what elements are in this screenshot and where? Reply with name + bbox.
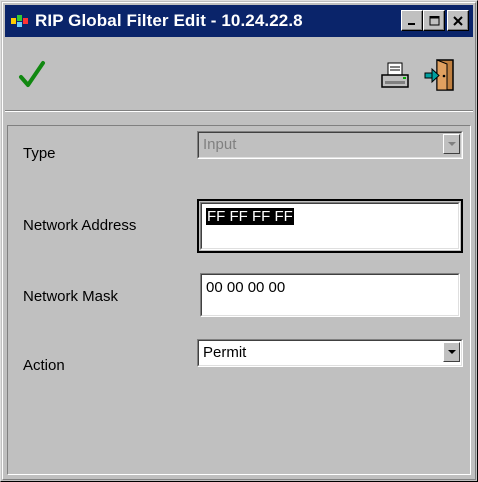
action-label: Action [23, 357, 65, 374]
print-button[interactable] [379, 61, 413, 91]
title-bar[interactable]: RIP Global Filter Edit - 10.24.22.8 [5, 5, 473, 37]
action-dropdown[interactable]: Permit [197, 339, 463, 367]
network-mask-label: Network Mask [23, 288, 119, 305]
dialog-window: RIP Global Filter Edit - 10.24.22.8 Type… [0, 0, 478, 482]
close-button[interactable] [447, 10, 469, 31]
maximize-button[interactable] [423, 10, 445, 31]
type-dropdown[interactable]: Input [197, 131, 463, 159]
app-icon[interactable] [9, 10, 33, 32]
chevron-down-icon [447, 142, 456, 146]
network-address-label: Network Address [23, 217, 137, 234]
chevron-down-icon [447, 350, 456, 354]
printer-icon [381, 62, 409, 88]
network-address-value: FF FF FF FF [206, 208, 294, 225]
action-dropdown-arrow[interactable] [443, 342, 460, 362]
maximize-icon [429, 15, 439, 25]
network-address-field[interactable]: FF FF FF FF [200, 202, 460, 250]
check-icon [19, 61, 45, 87]
toolbar [5, 39, 473, 111]
apply-button[interactable] [15, 55, 49, 95]
type-label: Type [23, 145, 56, 162]
network-mask-field[interactable]: 00 00 00 00 [200, 273, 460, 317]
action-value: Permit [198, 340, 462, 366]
minimize-button[interactable] [401, 10, 423, 31]
minimize-icon [408, 22, 415, 25]
close-icon [453, 15, 463, 26]
type-value: Input [198, 132, 462, 158]
exit-button[interactable] [421, 57, 457, 93]
network-mask-value: 00 00 00 00 [201, 274, 459, 316]
window-title: RIP Global Filter Edit - 10.24.22.8 [35, 11, 303, 30]
type-dropdown-arrow[interactable] [443, 134, 460, 154]
exit-door-icon [424, 59, 454, 91]
title-buttons [401, 10, 469, 31]
